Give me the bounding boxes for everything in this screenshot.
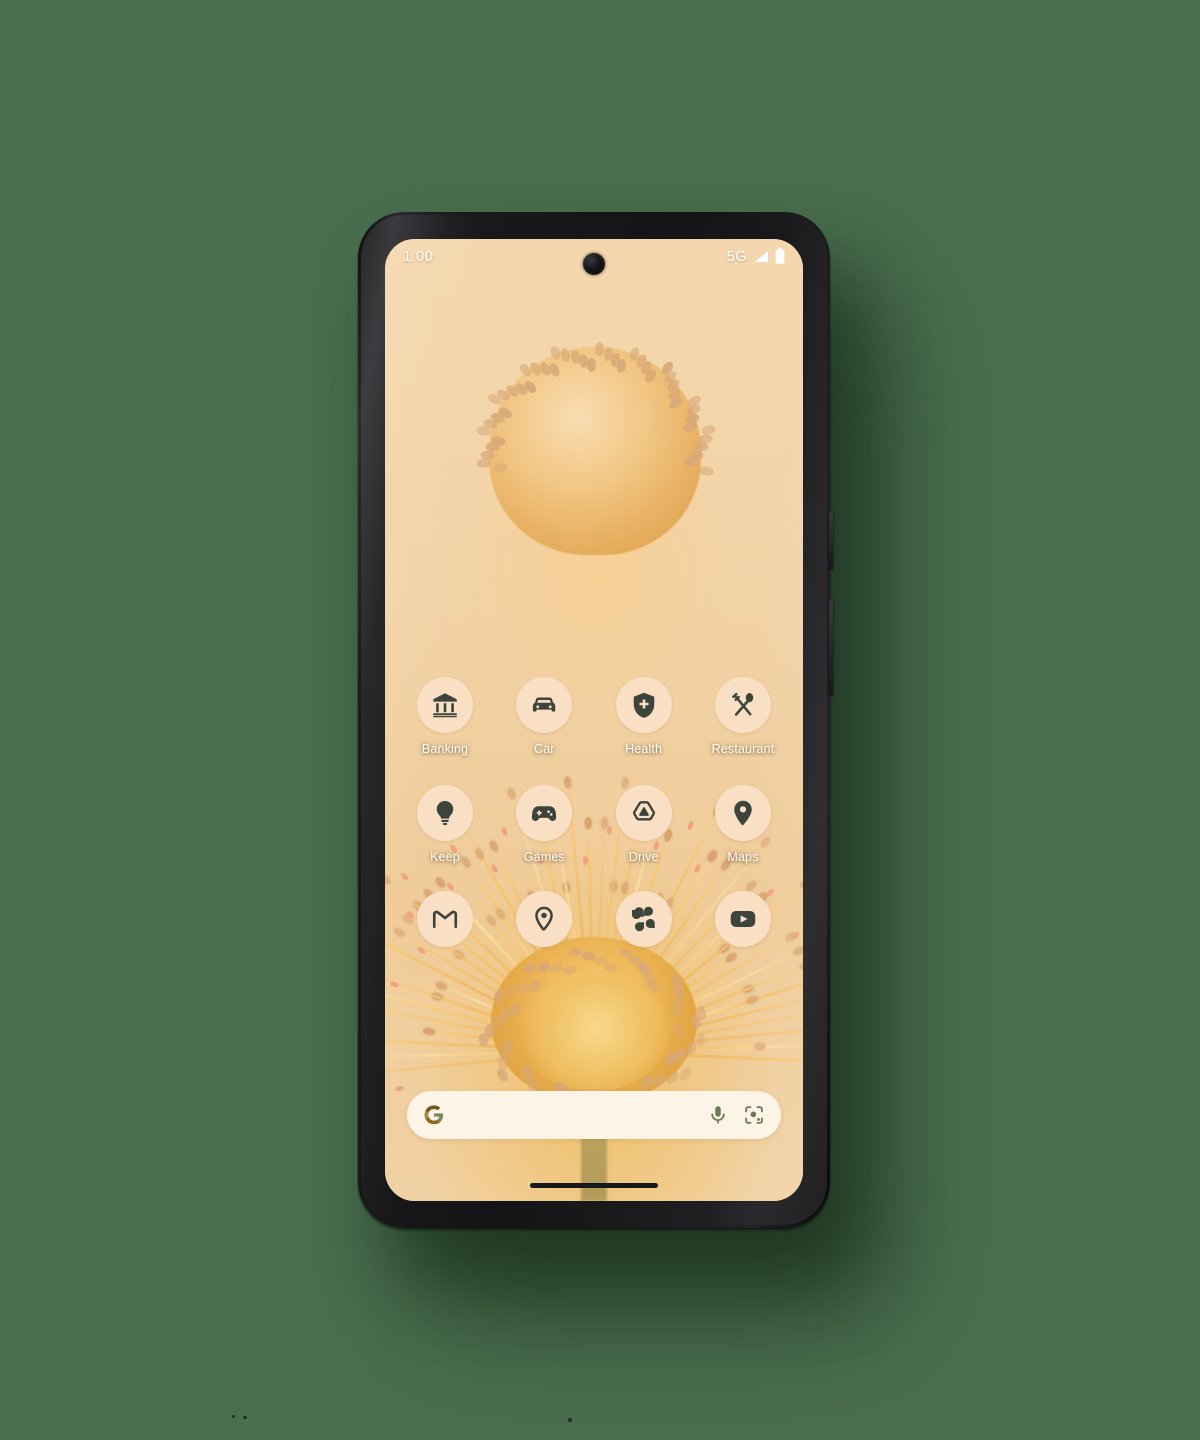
lightbulb-icon[interactable]	[417, 785, 473, 841]
app-car[interactable]: Car	[502, 677, 586, 756]
phone-screen: 1:00 5G Banking Car Health Restaurant Ke…	[385, 239, 803, 1201]
app-health[interactable]: Health	[602, 677, 686, 756]
app-label: Car	[534, 742, 555, 756]
car-icon[interactable]	[516, 677, 573, 733]
google-lens-icon[interactable]	[743, 1104, 765, 1126]
app-label: Games	[523, 850, 565, 864]
screenshot-stage: 1:00 5G Banking Car Health Restaurant Ke…	[0, 0, 1200, 1440]
status-time: 1:00	[403, 247, 433, 265]
gamepad-icon[interactable]	[516, 785, 573, 841]
search-input[interactable]	[445, 1091, 707, 1139]
app-maps[interactable]: Maps	[701, 785, 785, 864]
app-banking[interactable]: Banking	[403, 677, 487, 756]
drive-triangle-icon[interactable]	[615, 785, 672, 841]
dock-row	[403, 891, 785, 956]
home-gesture-pill[interactable]	[530, 1183, 658, 1188]
app-keep[interactable]: Keep	[403, 785, 487, 864]
volume-rocker[interactable]	[829, 600, 833, 696]
google-search-bar[interactable]	[407, 1091, 781, 1139]
app-grid: Banking Car Health Restaurant Keep Games…	[385, 677, 803, 956]
google-g-icon	[424, 1105, 444, 1125]
battery-full-icon	[775, 248, 785, 264]
shield-plus-icon[interactable]	[615, 677, 672, 733]
signal-bars-icon	[755, 250, 768, 262]
artifact-speck	[232, 1415, 235, 1418]
photos-pinwheel-icon[interactable]	[615, 891, 672, 947]
power-button[interactable]	[829, 512, 833, 570]
app-row-2: Keep Games Drive Maps	[403, 785, 785, 864]
app-photos[interactable]	[602, 891, 686, 956]
app-label: Health	[625, 742, 663, 756]
fork-spoon-icon[interactable]	[714, 677, 771, 733]
app-label: Drive	[628, 850, 659, 864]
phone-device: 1:00 5G Banking Car Health Restaurant Ke…	[358, 212, 833, 1228]
app-label: Maps	[727, 850, 759, 864]
gmail-icon[interactable]	[417, 891, 473, 947]
app-youtube[interactable]	[701, 891, 785, 956]
app-restaurant[interactable]: Restaurant	[701, 677, 785, 756]
artifact-speck	[568, 1418, 572, 1422]
map-pin-icon[interactable]	[516, 891, 573, 947]
app-games[interactable]: Games	[502, 785, 586, 864]
map-pin-icon[interactable]	[714, 785, 771, 841]
app-drive[interactable]: Drive	[602, 785, 686, 864]
microphone-icon[interactable]	[707, 1104, 729, 1126]
bank-icon[interactable]	[417, 677, 473, 733]
front-camera-punch-hole	[583, 253, 605, 275]
artifact-speck	[243, 1416, 247, 1419]
app-row-1: Banking Car Health Restaurant	[403, 677, 785, 756]
app-label: Banking	[421, 742, 469, 756]
app-label: Restaurant	[711, 742, 775, 756]
status-indicators: 5G	[727, 248, 785, 265]
app-gmail[interactable]	[403, 891, 487, 956]
app-label: Keep	[430, 850, 460, 864]
youtube-icon[interactable]	[714, 891, 771, 947]
network-type-label: 5G	[726, 247, 747, 265]
dock-maps[interactable]	[502, 891, 586, 956]
